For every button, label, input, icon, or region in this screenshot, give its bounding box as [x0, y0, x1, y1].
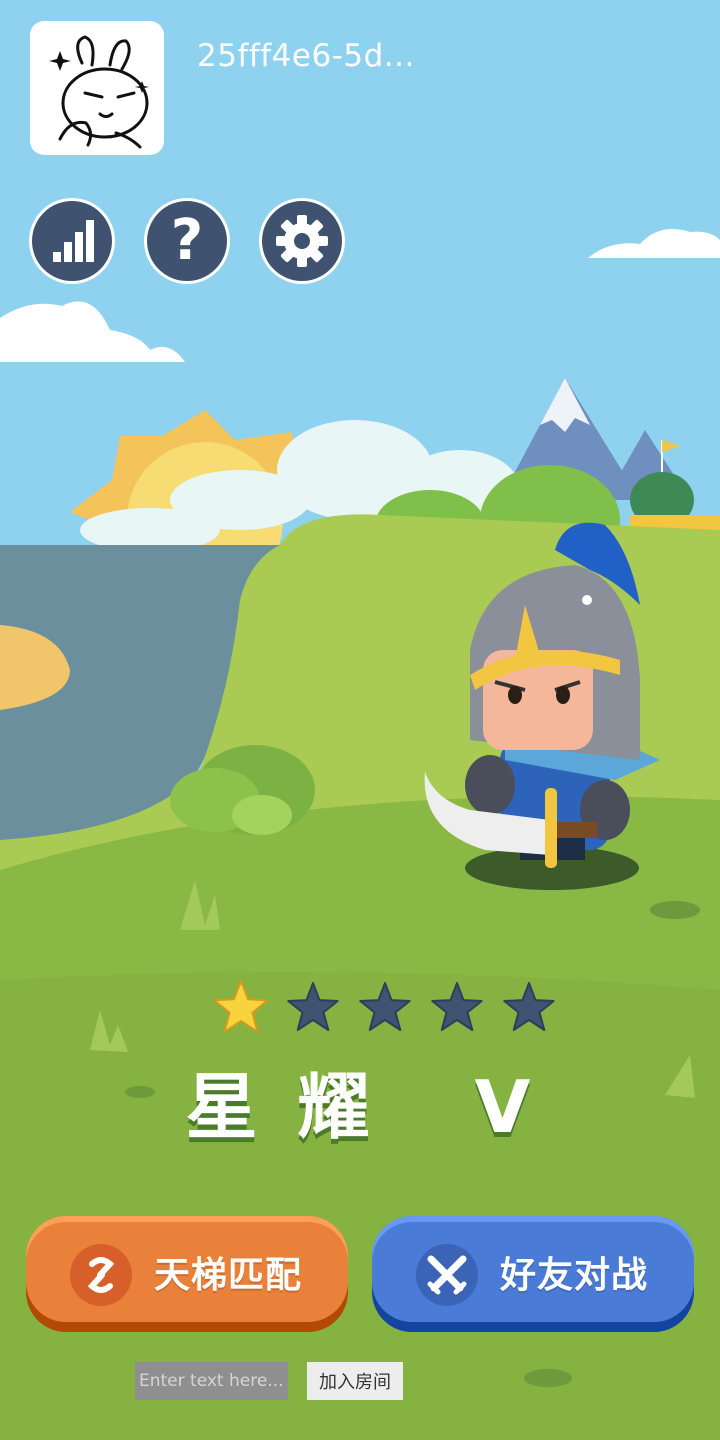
swirl-icon: [70, 1244, 132, 1306]
gear-icon: [276, 215, 328, 267]
warrior-character: [424, 522, 660, 890]
help-button[interactable]: ?: [144, 198, 230, 284]
ladder-match-button[interactable]: 天梯匹配: [26, 1216, 348, 1322]
leaderboard-icon: [53, 220, 94, 262]
join-room-button[interactable]: 加入房间: [307, 1362, 403, 1400]
rank-stars: [213, 980, 555, 1033]
star-empty-icon: [431, 982, 483, 1031]
room-code-input[interactable]: [135, 1362, 288, 1400]
friend-battle-button[interactable]: 好友对战: [372, 1216, 694, 1322]
user-avatar[interactable]: [30, 21, 164, 155]
rabbit-avatar-icon: [49, 35, 149, 149]
ladder-match-label: 天梯匹配: [154, 1255, 303, 1296]
crossed-swords-icon: [416, 1244, 478, 1306]
star-filled-icon: [213, 980, 269, 1033]
settings-button[interactable]: [259, 198, 345, 284]
star-empty-icon: [503, 982, 555, 1031]
rank-title: 星耀 V: [185, 1065, 571, 1149]
username-label: 25fff4e6-5d...: [197, 38, 415, 74]
leaderboard-button[interactable]: [29, 198, 115, 284]
help-icon: ?: [170, 208, 204, 273]
star-empty-icon: [359, 982, 411, 1031]
star-empty-icon: [287, 982, 339, 1031]
friend-battle-label: 好友对战: [500, 1255, 649, 1296]
